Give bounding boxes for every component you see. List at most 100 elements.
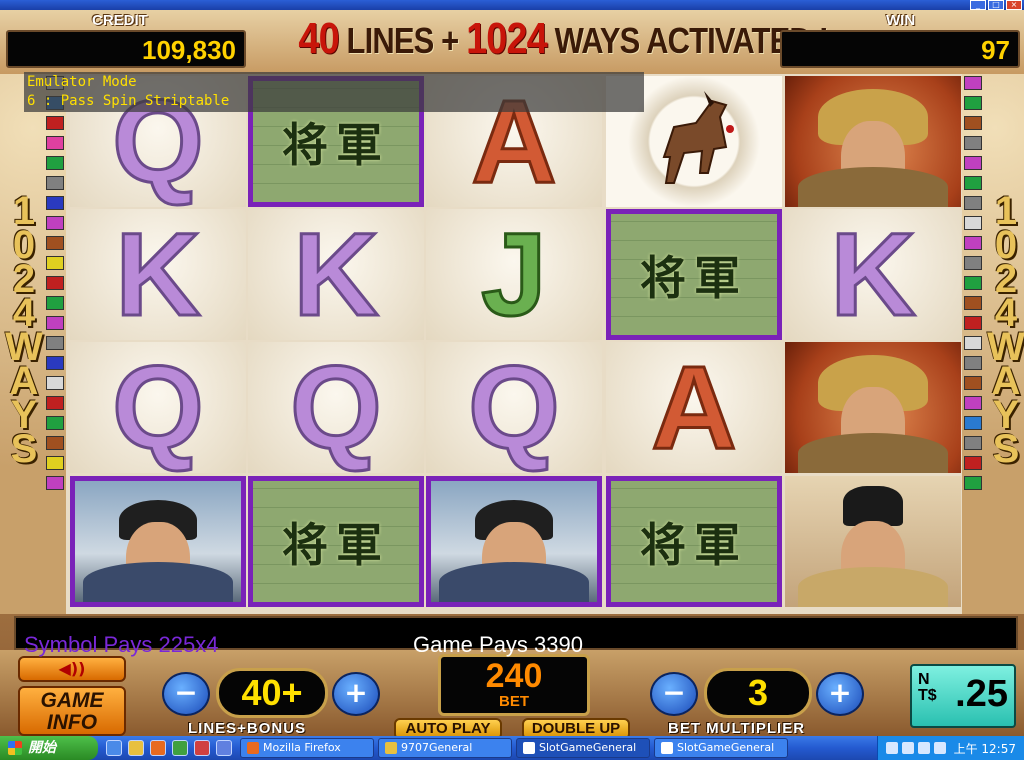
- start-label: 開始: [28, 740, 56, 756]
- sound-button[interactable]: ◀)): [18, 656, 126, 682]
- credit-meter: 109,830: [6, 30, 246, 68]
- left-ways-text: 1024WAYS: [5, 189, 43, 471]
- clock: 上午 12:57: [953, 741, 1016, 756]
- taskbar-item-slotgame-1[interactable]: SlotGameGeneral: [516, 738, 650, 758]
- robe: [798, 567, 948, 607]
- app-icon[interactable]: [172, 740, 188, 756]
- reel-symbol-q: Q: [426, 342, 602, 473]
- denomination-value: .25: [955, 673, 1008, 715]
- general-glyphs: 将軍: [282, 117, 390, 172]
- reel-symbol-portrait-red: [785, 76, 961, 207]
- reel-symbol-portrait-blue: [70, 476, 246, 607]
- symbol-letter: K: [292, 209, 380, 340]
- browser-icon[interactable]: [216, 740, 232, 756]
- payline-indicator: [46, 456, 64, 470]
- denomination-button[interactable]: NT$ .25: [910, 664, 1016, 728]
- window-controls: _ □ ×: [970, 0, 1022, 10]
- app2-icon[interactable]: [194, 740, 210, 756]
- payline-indicator: [964, 236, 982, 250]
- robe: [83, 562, 233, 602]
- general-tile: 将軍: [611, 214, 777, 335]
- quick-launch: [98, 740, 240, 756]
- symbol-letter: K: [114, 209, 202, 340]
- keyboard-icon[interactable]: [885, 742, 898, 754]
- payline-indicator: [46, 396, 64, 410]
- taskbar-item-firefox[interactable]: Mozilla Firefox: [240, 738, 374, 758]
- task-label: Mozilla Firefox: [263, 741, 341, 754]
- game-info-line1: GAME: [40, 689, 104, 712]
- portrait-blue: [75, 481, 241, 602]
- reel-symbol-general: 将軍: [606, 476, 782, 607]
- security-icon[interactable]: [933, 742, 946, 754]
- payline-indicator: [964, 176, 982, 190]
- emulator-mode-text: Emulator Mode: [27, 74, 137, 90]
- payline-indicator: [46, 316, 64, 330]
- reel-symbol-k: K: [248, 209, 424, 340]
- payline-indicator: [46, 336, 64, 350]
- reel-symbol-general: 将軍: [248, 476, 424, 607]
- media-player-icon[interactable]: [106, 740, 122, 756]
- portrait-official: [785, 476, 961, 607]
- game-info-line2: INFO: [46, 711, 98, 734]
- credit-label: CREDIT: [92, 12, 148, 29]
- volume-icon[interactable]: [917, 742, 930, 754]
- win-label: WIN: [886, 12, 916, 29]
- taskbar-item-slotgame-2[interactable]: SlotGameGeneral: [654, 738, 788, 758]
- banner-lines-text: LINES +: [338, 20, 467, 61]
- start-button[interactable]: 開始: [0, 736, 98, 760]
- reel-symbol-q: Q: [248, 342, 424, 473]
- payline-indicator: [46, 236, 64, 250]
- reel-area: Q K Q 将軍 K Q 将軍 A J Q 将軍 A 将軍 K: [66, 74, 962, 614]
- task-label: 9707General: [401, 741, 473, 754]
- taskbar-item-9707general[interactable]: 9707General: [378, 738, 512, 758]
- win-value: 97: [981, 35, 1010, 65]
- payline-indicator: [964, 276, 982, 290]
- maximize-button[interactable]: □: [988, 0, 1004, 10]
- portrait-red: [785, 76, 961, 207]
- lines-minus-button[interactable]: −: [162, 672, 210, 716]
- reel-symbol-portrait-blue: [426, 476, 602, 607]
- reel-symbol-portrait-red: [785, 342, 961, 473]
- close-button[interactable]: ×: [1006, 0, 1022, 10]
- system-tray: 上午 12:57: [876, 736, 1024, 760]
- portrait-red: [785, 342, 961, 473]
- lines-bonus-label: LINES+BONUS: [188, 720, 307, 736]
- firefox-icon: [247, 742, 259, 754]
- robe: [439, 562, 589, 602]
- right-side-panel: 1024WAYS: [962, 74, 1024, 614]
- payline-indicator: [964, 416, 982, 430]
- window-icon: [523, 742, 535, 754]
- minimize-button[interactable]: _: [970, 0, 986, 10]
- multiplier-value: 3: [704, 668, 812, 718]
- payline-indicator: [964, 396, 982, 410]
- network-icon[interactable]: [901, 742, 914, 754]
- double-up-button[interactable]: DOUBLE UP: [522, 718, 630, 736]
- payline-indicator: [46, 176, 64, 190]
- left-payline-indicators: [46, 76, 66, 490]
- ways-banner: 40 LINES + 1024 WAYS ACTIVATED !: [298, 14, 829, 70]
- payline-indicator: [964, 116, 982, 130]
- auto-play-button[interactable]: AUTO PLAY: [394, 718, 502, 736]
- taskbar: 開始 Mozilla Firefox 9707General SlotGameG…: [0, 736, 1024, 760]
- payline-indicator: [964, 356, 982, 370]
- multiplier-plus-button[interactable]: +: [816, 672, 864, 716]
- bet-display: 240 BET: [438, 654, 590, 716]
- game-pays-text: Game Pays 3390: [413, 632, 583, 657]
- robe: [798, 167, 948, 207]
- general-glyphs: 将軍: [640, 250, 748, 305]
- payline-indicator: [964, 296, 982, 310]
- payline-indicator: [964, 196, 982, 210]
- denomination-currency: NT$: [918, 671, 937, 704]
- payline-indicator: [964, 76, 982, 90]
- payline-indicator: [964, 96, 982, 110]
- game-info-button[interactable]: GAME INFO: [18, 686, 126, 736]
- payline-indicator: [964, 436, 982, 450]
- payline-indicator: [46, 356, 64, 370]
- multiplier-minus-button[interactable]: −: [650, 672, 698, 716]
- payline-indicator: [46, 296, 64, 310]
- folder-icon[interactable]: [128, 740, 144, 756]
- firefox-icon[interactable]: [150, 740, 166, 756]
- general-tile: 将軍: [611, 481, 777, 602]
- lines-plus-button[interactable]: +: [332, 672, 380, 716]
- symbol-letter: Q: [111, 342, 206, 473]
